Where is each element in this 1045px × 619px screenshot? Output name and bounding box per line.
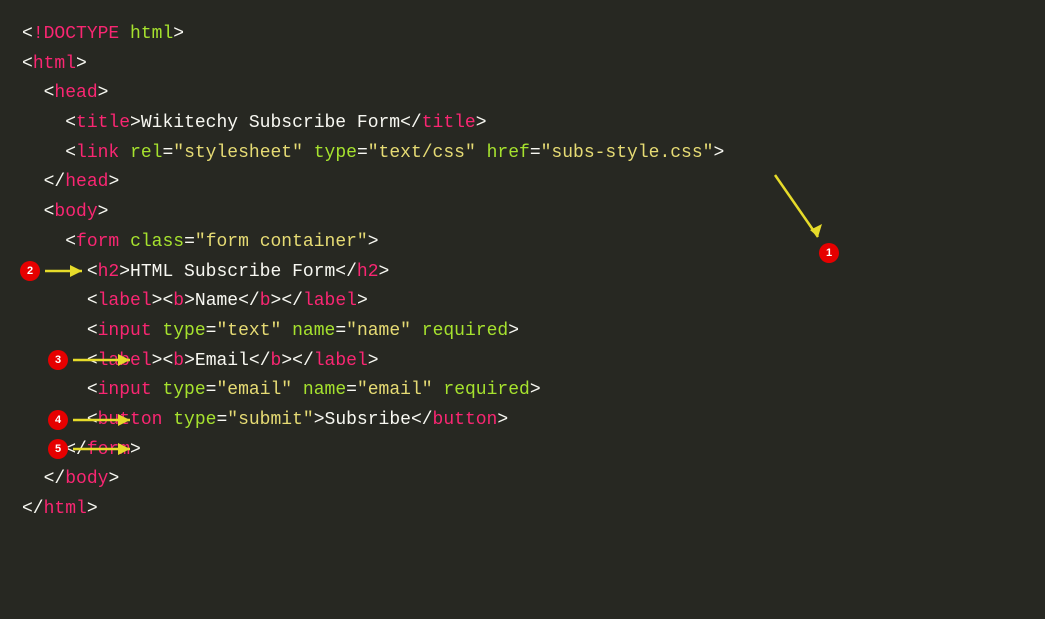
code-line: <link rel="stylesheet" type="text/css" h… xyxy=(22,139,1023,169)
code-line: <form class="form container"> xyxy=(22,228,1023,258)
code-line: <body> xyxy=(22,198,1023,228)
code-line: </form> xyxy=(22,436,1023,466)
code-line: <input type="text" name="name" required> xyxy=(22,317,1023,347)
code-line: <head> xyxy=(22,79,1023,109)
code-line: <title>Wikitechy Subscribe Form</title> xyxy=(22,109,1023,139)
code-line: <label><b>Email</b></label> xyxy=(22,347,1023,377)
code-line: <input type="email" name="email" require… xyxy=(22,376,1023,406)
code-line: </head> xyxy=(22,168,1023,198)
code-line: </body> xyxy=(22,465,1023,495)
code-line: <button type="submit">Subsribe</button> xyxy=(22,406,1023,436)
code-line: </html> xyxy=(22,495,1023,525)
code-line: <html> xyxy=(22,50,1023,80)
code-line: <label><b>Name</b></label> xyxy=(22,287,1023,317)
code-line: <h2>HTML Subscribe Form</h2> xyxy=(22,258,1023,288)
code-line: <!DOCTYPE html> xyxy=(22,20,1023,50)
code-block: <!DOCTYPE html> <html> <head> <title>Wik… xyxy=(22,20,1023,525)
